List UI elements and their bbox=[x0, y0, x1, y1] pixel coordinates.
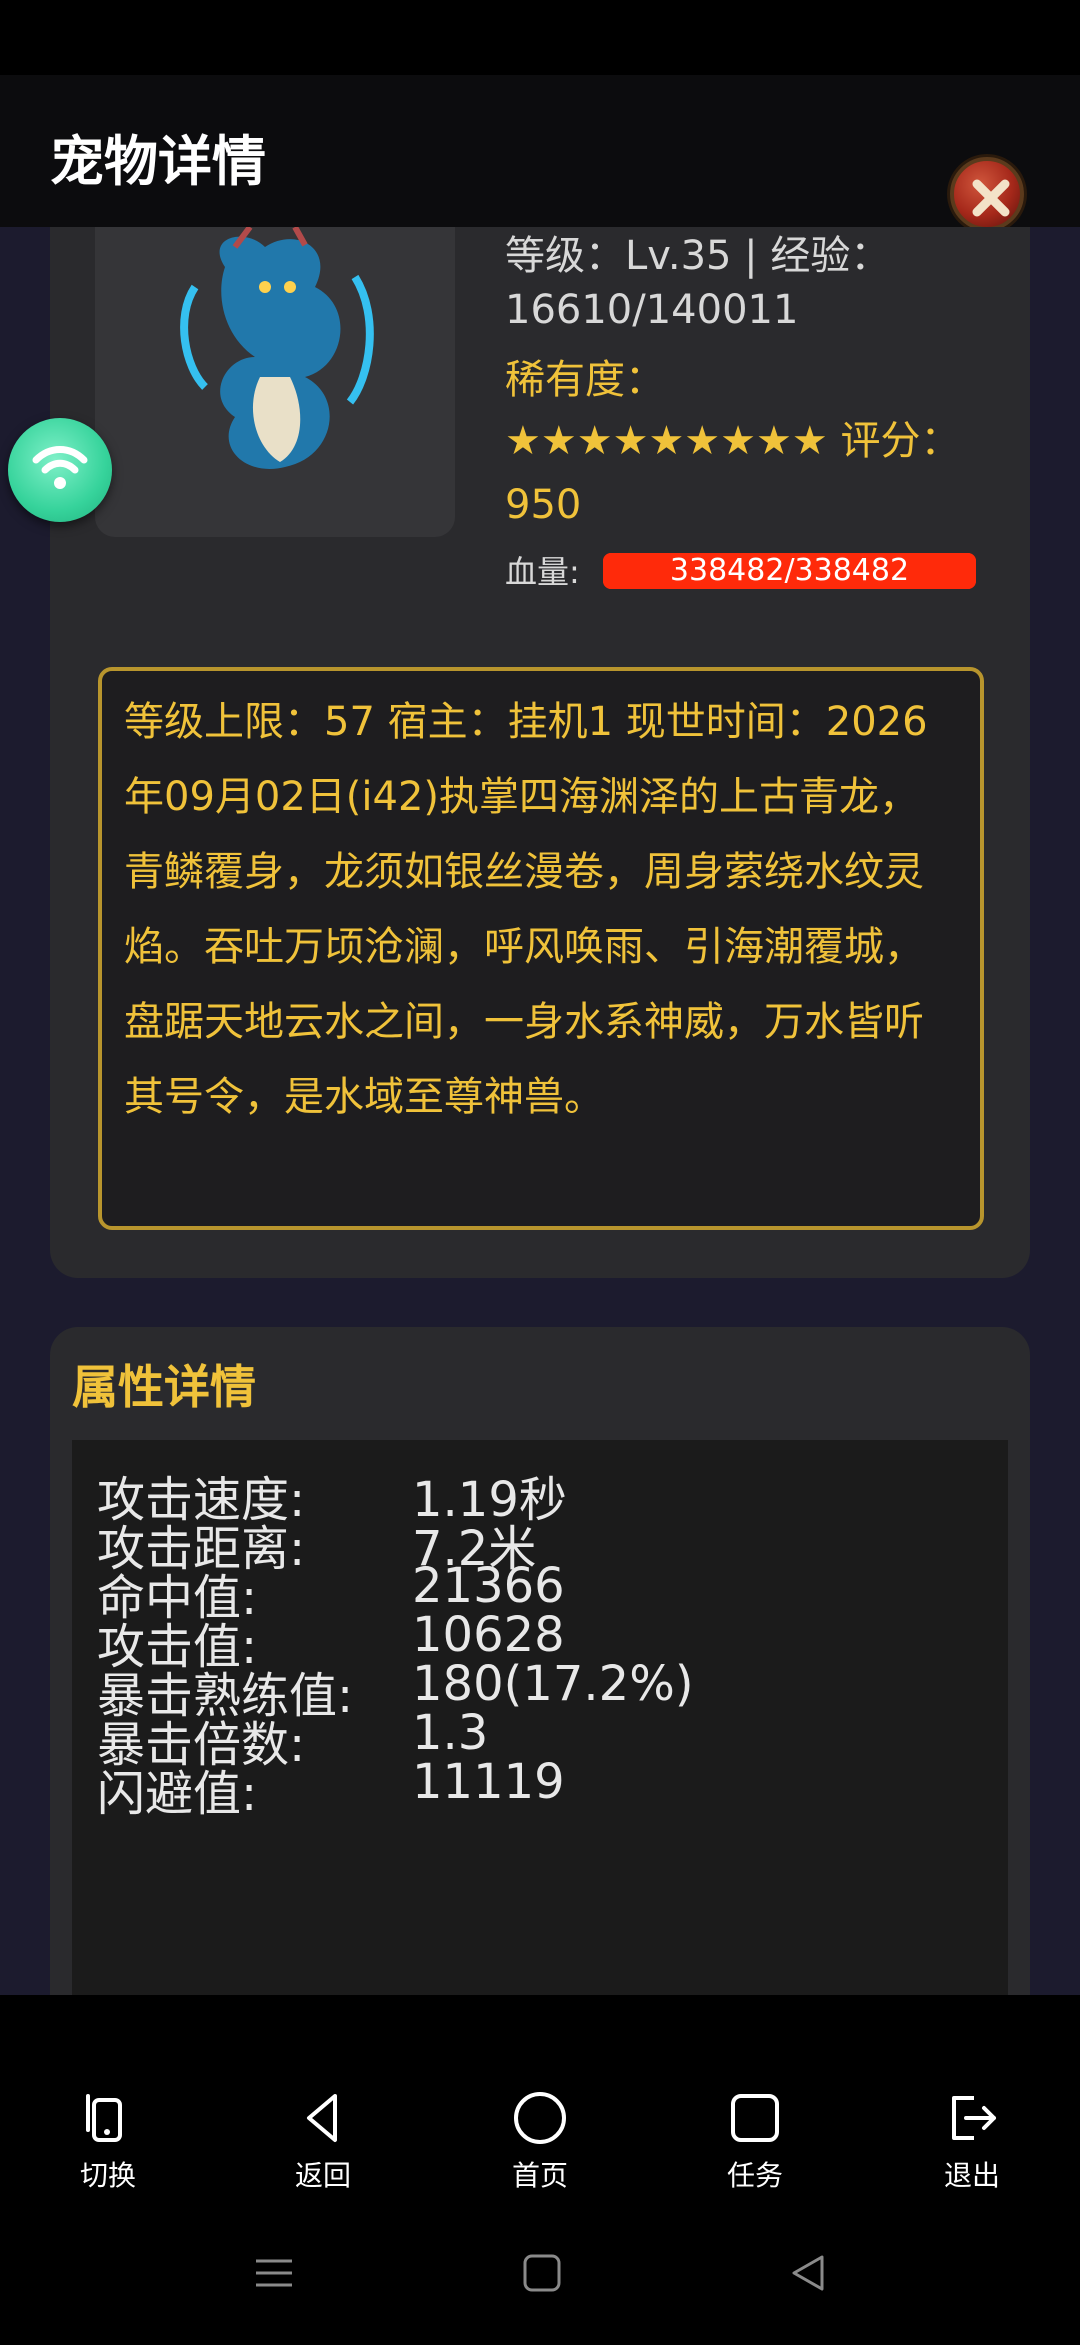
nav-switch-button[interactable]: 切换 bbox=[38, 2090, 178, 2194]
hp-value: 338482/338482 bbox=[669, 553, 910, 588]
wifi-floating-button[interactable] bbox=[8, 418, 112, 522]
attr-value: 21366 bbox=[412, 1558, 565, 1614]
status-bar bbox=[0, 0, 1080, 75]
rarity-label: 稀有度： bbox=[505, 357, 665, 403]
nav-home-button[interactable]: 首页 bbox=[470, 2090, 610, 2194]
nav-label: 首页 bbox=[511, 2159, 568, 2192]
pet-image bbox=[95, 227, 455, 537]
nav-label: 返回 bbox=[294, 2159, 351, 2192]
nav-label: 退出 bbox=[943, 2159, 1000, 2192]
home-circle-icon bbox=[514, 2092, 566, 2144]
nav-task-button[interactable]: 任务 bbox=[685, 2090, 825, 2194]
attributes-title: 属性详情 bbox=[72, 1360, 256, 1414]
pet-description-box: 等级上限：57 宿主：挂机1 现世时间：2026年09月02日(i42)执掌四海… bbox=[98, 667, 984, 1230]
attributes-card: 属性详情 攻击速度: 1.19秒 攻击距离: 7.2米 命中值: 21366 攻… bbox=[50, 1327, 1030, 1995]
bottom-nav: 切换 返回 首页 任务 退出 bbox=[0, 1995, 1080, 2345]
attr-key: 闪避值: bbox=[97, 1766, 258, 1822]
dragon-image bbox=[180, 227, 374, 469]
close-button[interactable] bbox=[950, 157, 1024, 231]
level-exp-text: 等级：Lv.35 | 经验：16610/140011 bbox=[505, 233, 891, 333]
pet-info-card: 等级：Lv.35 | 经验：16610/140011 稀有度： ★★★★★★★★… bbox=[50, 227, 1030, 1278]
menu-icon[interactable] bbox=[254, 2253, 294, 2293]
content-area[interactable]: 等级：Lv.35 | 经验：16610/140011 稀有度： ★★★★★★★★… bbox=[0, 227, 1080, 1995]
nav-back-button[interactable]: 返回 bbox=[253, 2090, 393, 2194]
nav-label: 切换 bbox=[79, 2159, 136, 2192]
attributes-list: 攻击速度: 1.19秒 攻击距离: 7.2米 命中值: 21366 攻击值: 1… bbox=[72, 1440, 1008, 1995]
phone-switch-icon bbox=[86, 2094, 122, 2142]
wifi-icon bbox=[32, 446, 88, 489]
exit-icon bbox=[952, 2096, 996, 2140]
page-title: 宠物详情 bbox=[50, 130, 266, 193]
close-icon bbox=[972, 179, 1010, 217]
attr-value: 180(17.2%) bbox=[412, 1656, 694, 1712]
hp-label: 血量: bbox=[505, 553, 580, 591]
back-triangle-icon bbox=[307, 2094, 337, 2142]
pet-description: 等级上限：57 宿主：挂机1 现世时间：2026年09月02日(i42)执掌四海… bbox=[124, 699, 928, 1120]
nav-label: 任务 bbox=[726, 2159, 783, 2192]
system-back-icon[interactable] bbox=[788, 2253, 828, 2293]
nav-exit-button[interactable]: 退出 bbox=[902, 2090, 1042, 2194]
attr-value: 1.3 bbox=[412, 1705, 489, 1761]
header: 宠物详情 bbox=[0, 75, 1080, 231]
task-square-icon bbox=[731, 2094, 779, 2142]
system-home-icon[interactable] bbox=[522, 2253, 562, 2293]
attr-value: 10628 bbox=[412, 1607, 565, 1663]
rarity-stars-score: ★★★★★★★★★ 评分：950 bbox=[505, 418, 961, 528]
attr-value: 11119 bbox=[412, 1754, 565, 1810]
hp-bar: 338482/338482 bbox=[603, 553, 976, 589]
